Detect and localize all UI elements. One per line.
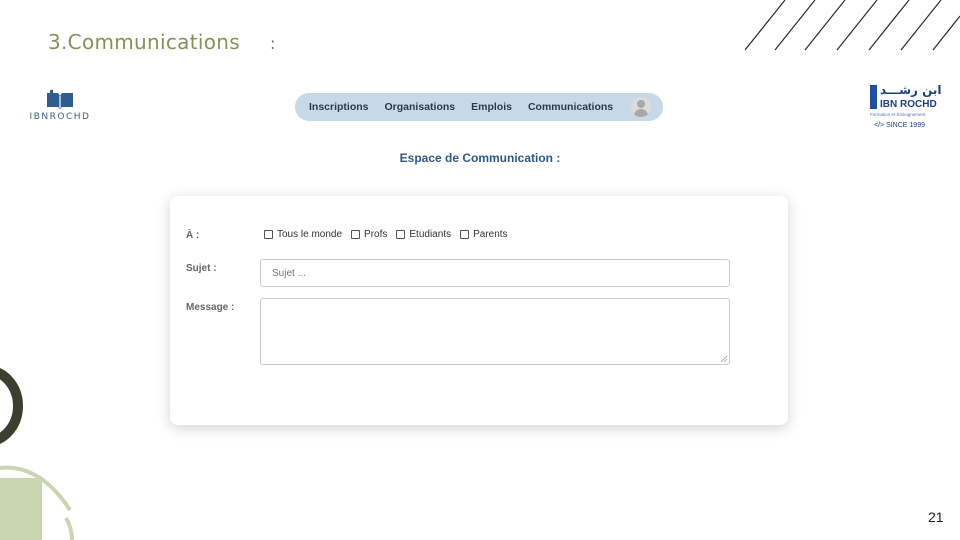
- ibnrochd-logo-left: IBNROCHD: [20, 90, 100, 122]
- communication-form-card: À : Tous le monde Profs Etudiants Parent…: [170, 196, 788, 425]
- checkbox-etudiants[interactable]: Etudiants: [396, 229, 451, 240]
- logo-ibn-rochd-text: IBN ROCHD: [880, 99, 937, 110]
- checkbox-label: Tous le monde: [277, 229, 343, 240]
- checkbox-parents[interactable]: Parents: [460, 229, 508, 240]
- checkbox-box[interactable]: [396, 230, 406, 239]
- logo-strip: [870, 85, 877, 109]
- checkbox-tous-le-monde[interactable]: Tous le monde: [264, 229, 342, 240]
- diagonal-lines-decoration: [745, 0, 960, 51]
- checkbox-label: Etudiants: [409, 229, 452, 240]
- logo-arabic-text: ابن رشـــد: [880, 83, 942, 97]
- nav-item-inscriptions[interactable]: Inscriptions: [309, 101, 369, 113]
- checkbox-box[interactable]: [460, 230, 470, 239]
- subject-label: Sujet :: [186, 263, 217, 274]
- open-book-icon: [47, 90, 73, 109]
- slide-title-text: 3.Communications: [48, 30, 240, 54]
- logo-since: </> SINCE 1999: [874, 122, 925, 129]
- checkbox-box[interactable]: [264, 230, 273, 239]
- checkbox-box[interactable]: [351, 230, 361, 239]
- message-label: Message :: [186, 302, 235, 313]
- avatar-head: [637, 100, 645, 108]
- nav-item-emplois[interactable]: Emplois: [471, 101, 512, 113]
- slide-title-colon: :: [269, 34, 276, 53]
- corner-shapes-decoration: [0, 368, 74, 540]
- checkbox-profs[interactable]: Profs: [351, 229, 387, 240]
- message-textarea[interactable]: [260, 298, 730, 365]
- subject-input[interactable]: Sujet ...: [260, 259, 730, 287]
- nav-item-communications[interactable]: Communications: [528, 101, 613, 113]
- page-heading: Espace de Communication :: [399, 151, 561, 165]
- recipient-label: À :: [186, 230, 200, 241]
- resize-grip-icon[interactable]: [720, 355, 728, 363]
- nav-item-organisations[interactable]: Organisations: [385, 101, 456, 113]
- page-number: 21: [928, 509, 944, 525]
- checkbox-label: Parents: [473, 229, 508, 240]
- top-nav-bar: Inscriptions Organisations Emplois Commu…: [295, 93, 663, 121]
- logo-left-name: IBNROCHD: [29, 112, 91, 122]
- recipient-checkboxes: Tous le monde Profs Etudiants Parents: [264, 229, 517, 240]
- avatar-body: [634, 109, 648, 117]
- checkbox-label: Profs: [364, 229, 388, 240]
- user-avatar-icon[interactable]: [631, 97, 651, 117]
- logo-subtitle: Formation et Enseignement: [870, 112, 926, 117]
- slide-title: 3.Communications:: [48, 30, 276, 54]
